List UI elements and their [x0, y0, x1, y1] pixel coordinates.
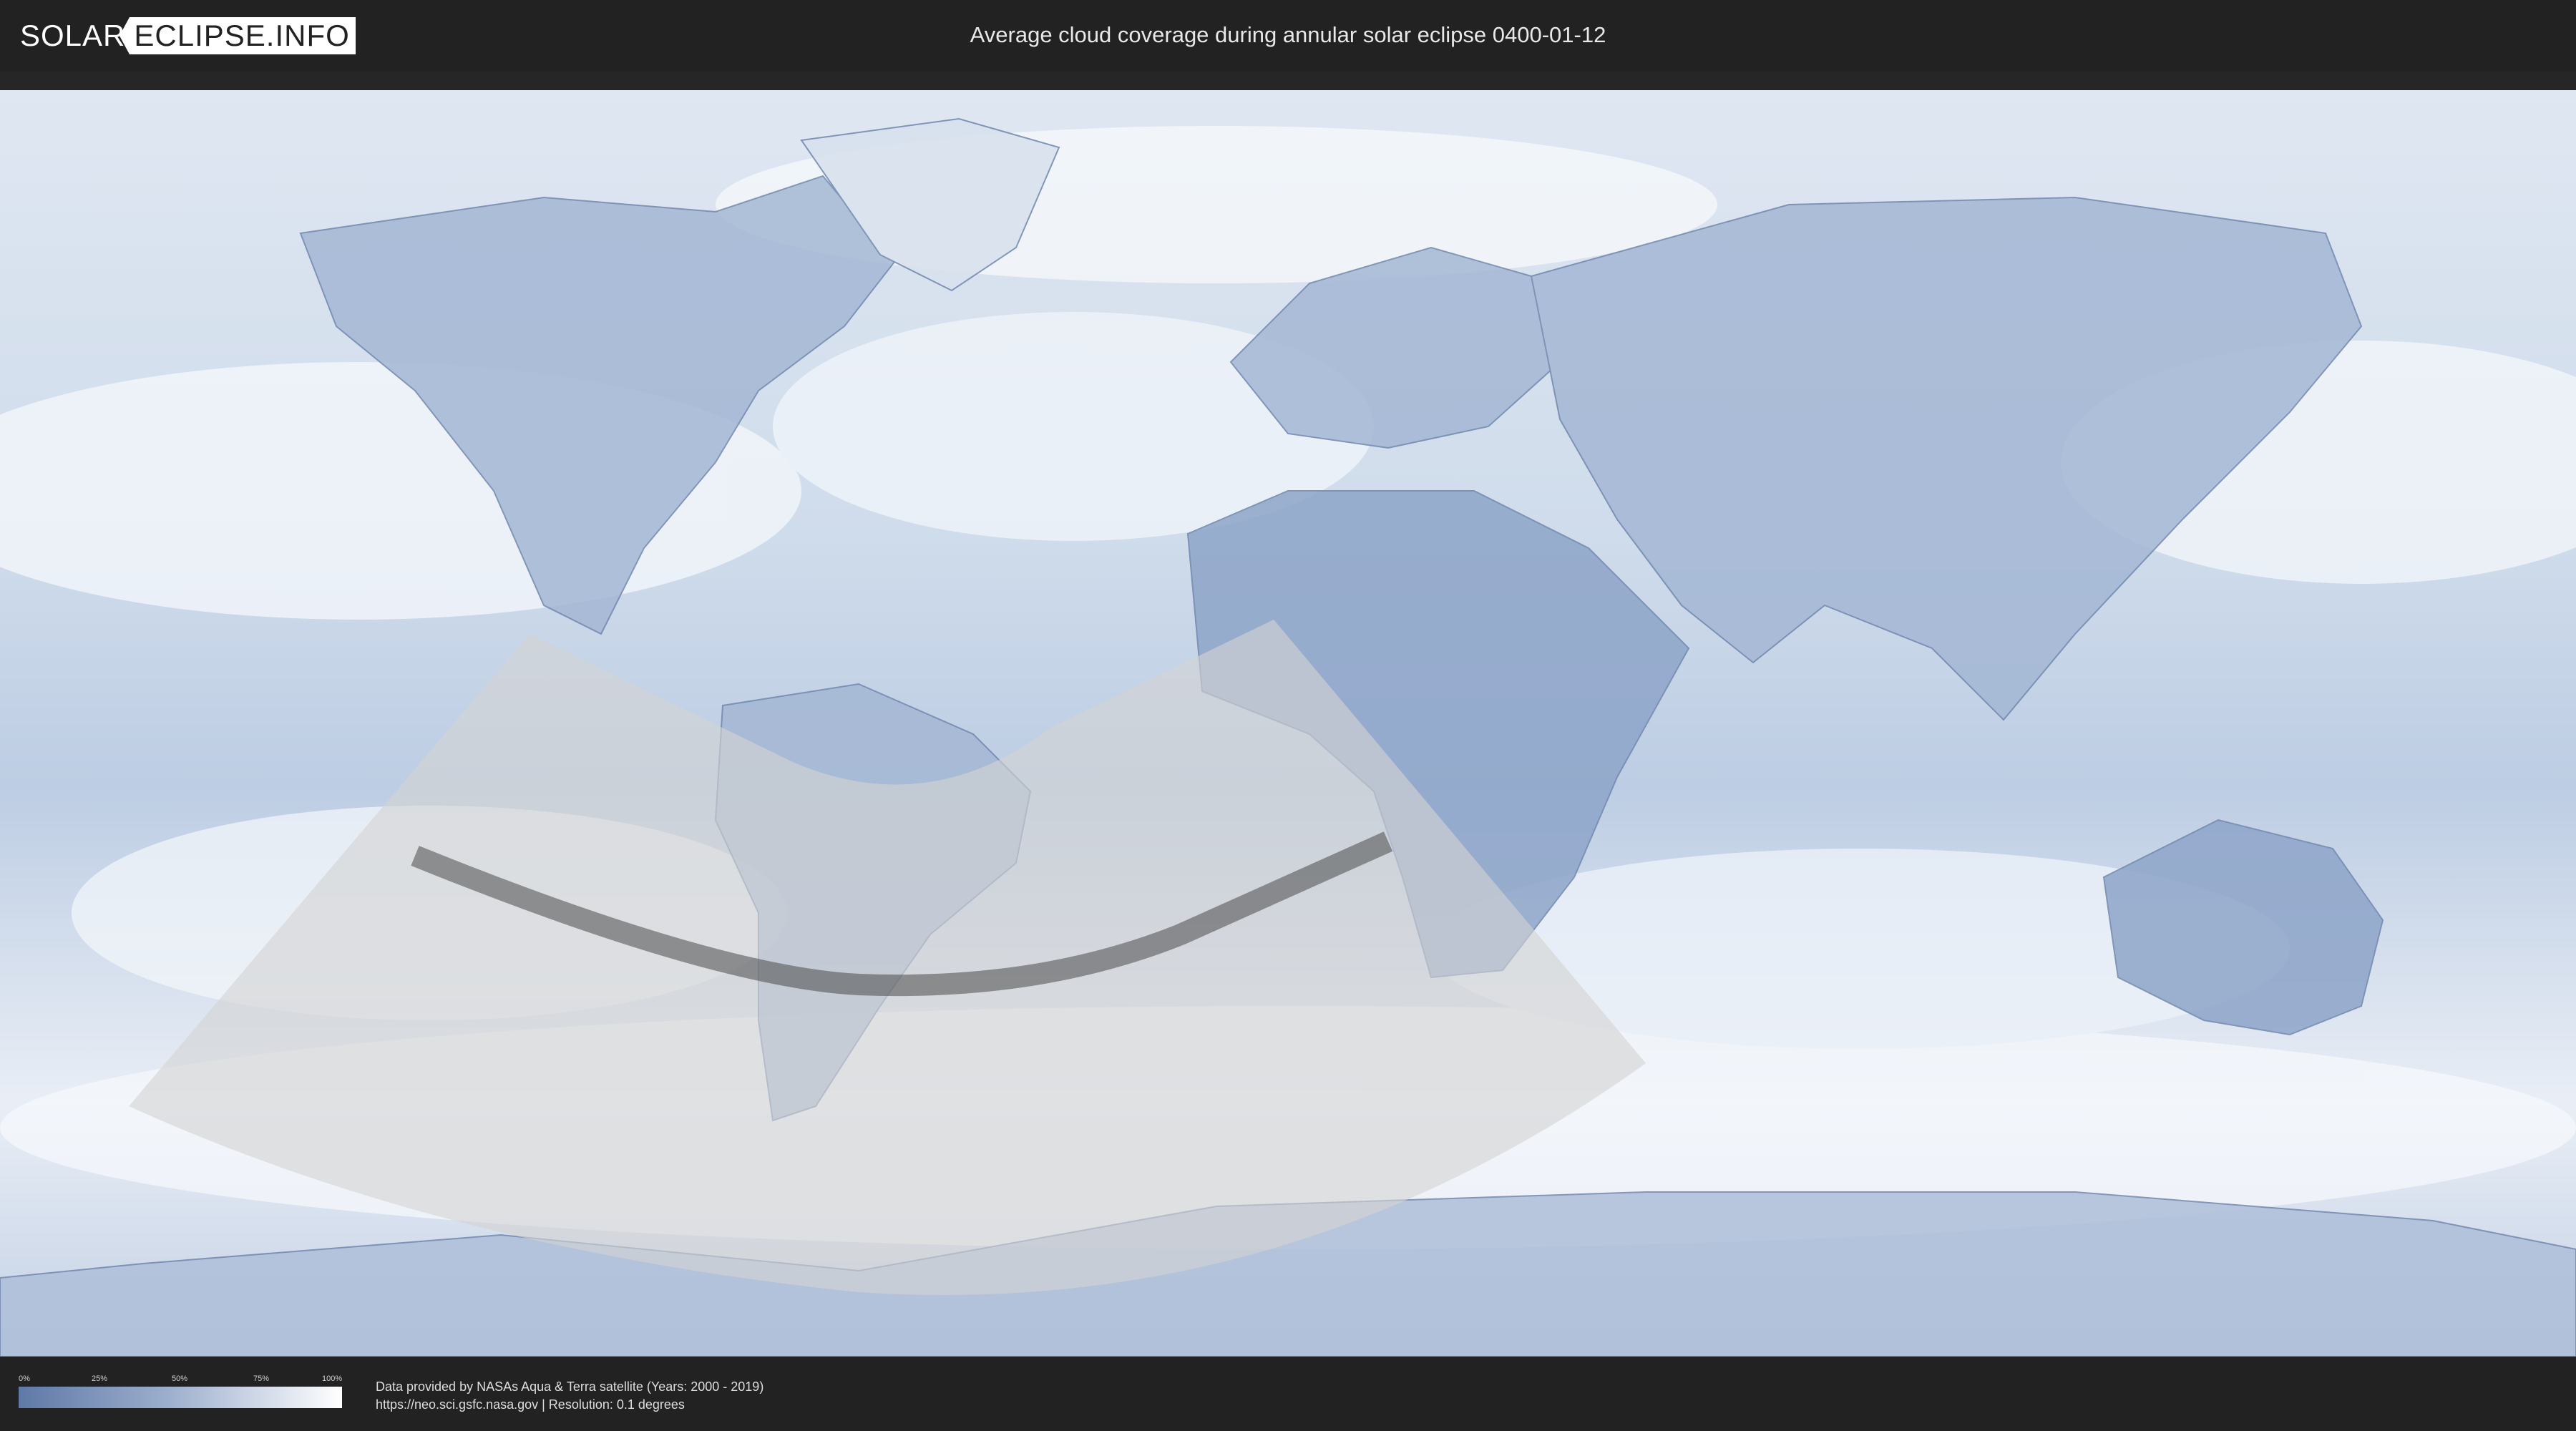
legend-gradient-bar	[19, 1387, 342, 1408]
header-bar: SOLAR ECLIPSE.INFO Average cloud coverag…	[0, 0, 2576, 72]
world-map-svg	[0, 90, 2576, 1357]
credits-source: Data provided by NASAs Aqua & Terra sate…	[376, 1379, 764, 1394]
legend-tick-0: 0%	[19, 1374, 30, 1383]
cloud-coverage-map	[0, 90, 2576, 1357]
legend-tick-25: 25%	[92, 1374, 108, 1383]
legend-tick-100: 100%	[322, 1374, 343, 1383]
legend-tick-50: 50%	[172, 1374, 188, 1383]
credits-url: https://neo.sci.gsfc.nasa.gov | Resoluti…	[376, 1397, 685, 1412]
cloud-coverage-legend: 0% 25% 50% 75% 100%	[19, 1374, 342, 1414]
legend-ticks: 0% 25% 50% 75% 100%	[19, 1374, 342, 1384]
page-title: Average cloud coverage during annular so…	[970, 22, 1606, 47]
legend-tick-75: 75%	[253, 1374, 270, 1383]
data-credits: Data provided by NASAs Aqua & Terra sate…	[376, 1378, 763, 1414]
